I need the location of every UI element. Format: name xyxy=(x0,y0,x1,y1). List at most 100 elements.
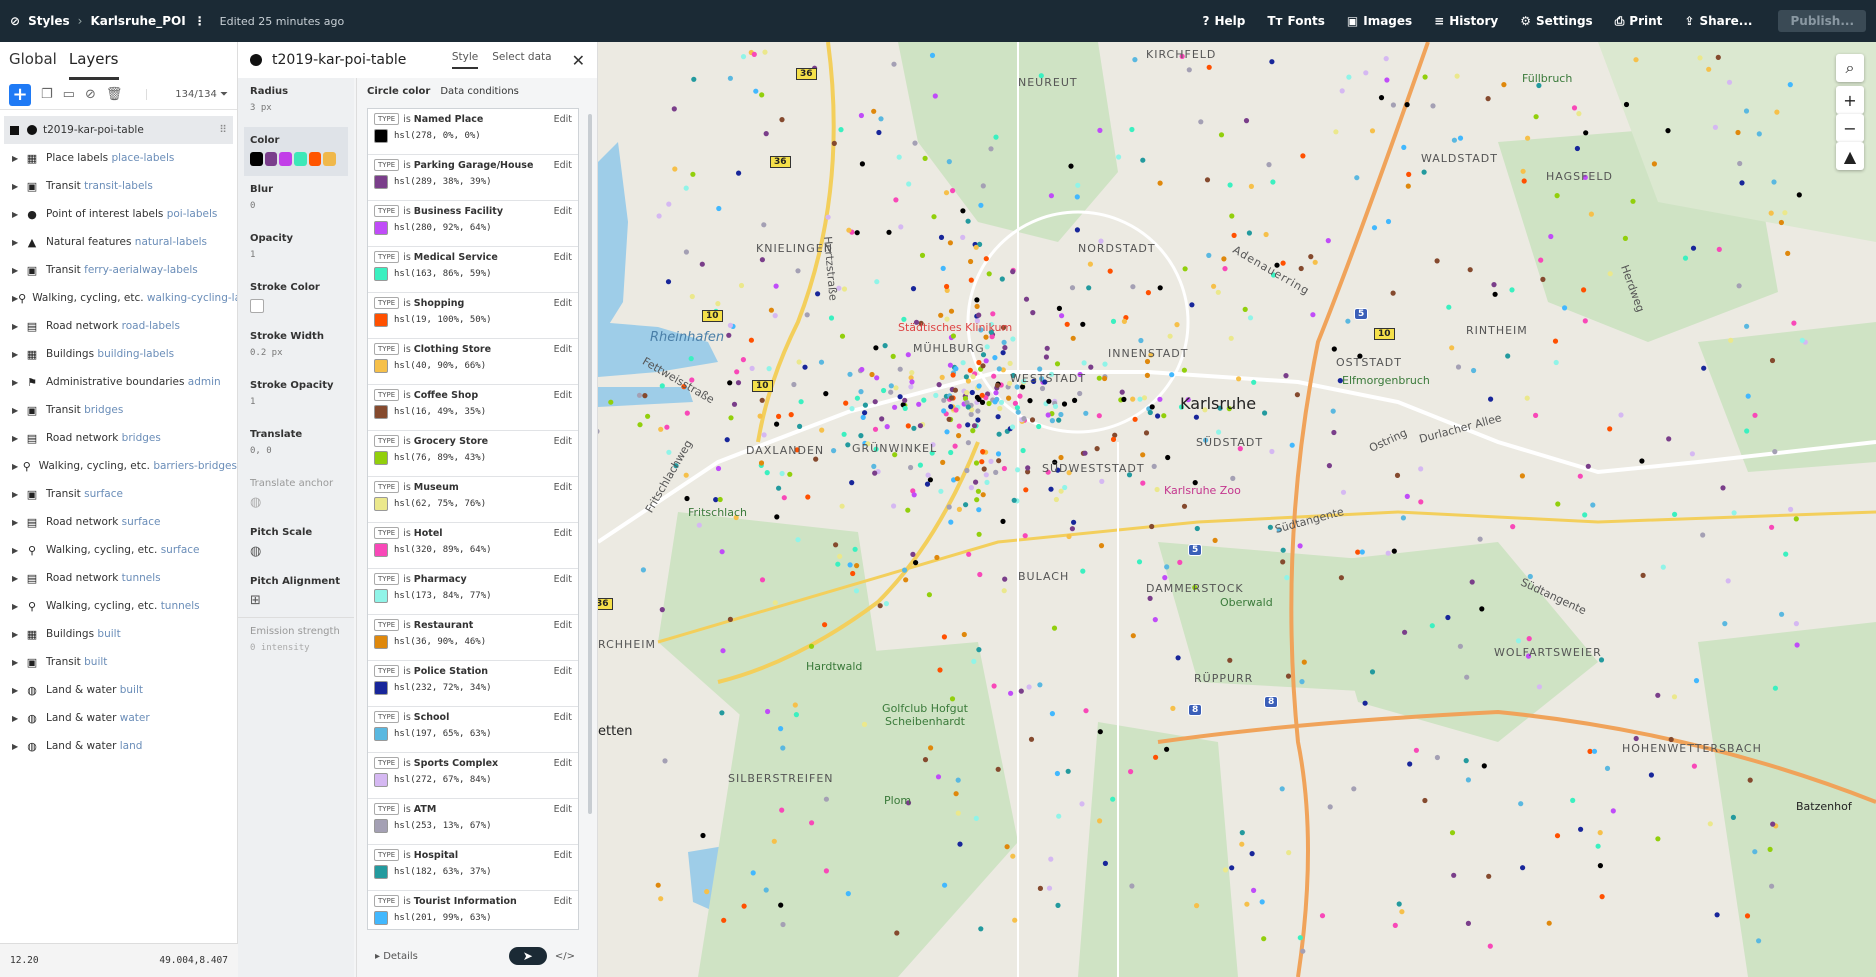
condition-row[interactable]: TYPE is Police Station Edit hsl(232, 72%, 34… xyxy=(368,661,578,707)
expand-arrow-icon[interactable]: ▶ xyxy=(12,602,24,611)
tab-style[interactable]: Style xyxy=(451,51,479,69)
close-icon[interactable]: ✕ xyxy=(572,51,585,70)
condition-color-swatch[interactable] xyxy=(374,221,388,235)
condition-row[interactable]: TYPE is Museum Edit hsl(62, 75%, 76%) xyxy=(368,477,578,523)
expand-arrow-icon[interactable]: ▶ xyxy=(12,266,24,275)
prop-stroke-width[interactable]: Stroke Width 0.2 px xyxy=(238,323,354,372)
condition-row[interactable]: TYPE is ATM Edit hsl(253, 13%, 67%) xyxy=(368,799,578,845)
share-button[interactable]: ⇪ Share... xyxy=(1684,14,1752,28)
styles-link[interactable]: Styles xyxy=(28,14,70,28)
edit-button[interactable]: Edit xyxy=(554,896,572,907)
search-icon[interactable]: ⌕ xyxy=(1836,54,1864,82)
expand-arrow-icon[interactable]: ▶ xyxy=(12,574,24,583)
layer-row[interactable]: ▶ ⚑ Administrative boundaries admin xyxy=(0,368,237,396)
code-icon[interactable]: </> xyxy=(555,951,575,962)
prop-radius[interactable]: Radius 3 px xyxy=(238,78,354,127)
layer-row[interactable]: ▶ ● Point of interest labels poi-labels xyxy=(0,200,237,228)
layer-row[interactable]: ▶ ▣ Transit bridges xyxy=(0,396,237,424)
project-name[interactable]: Karlsruhe_POI xyxy=(90,14,185,28)
condition-row[interactable]: TYPE is Named Place Edit hsl(278, 0%, 0%) xyxy=(368,109,578,155)
condition-color-swatch[interactable] xyxy=(374,359,388,373)
edit-button[interactable]: Edit xyxy=(554,344,572,355)
print-button[interactable]: ⎙ Print xyxy=(1615,14,1663,29)
edit-button[interactable]: Edit xyxy=(554,528,572,539)
fonts-button[interactable]: Tт Fonts xyxy=(1267,14,1325,28)
edit-button[interactable]: Edit xyxy=(554,114,572,125)
edit-button[interactable]: Edit xyxy=(554,160,572,171)
condition-row[interactable]: TYPE is Business Facility Edit hsl(280, 92%,… xyxy=(368,201,578,247)
layer-row[interactable]: ▶ ▤ Road network surface xyxy=(0,508,237,536)
prop-stroke-opacity[interactable]: Stroke Opacity 1 xyxy=(238,372,354,421)
condition-color-swatch[interactable] xyxy=(374,773,388,787)
help-button[interactable]: ? Help xyxy=(1203,14,1246,28)
layer-row[interactable]: ▶ ▦ Place labels place-labels xyxy=(0,144,237,172)
layer-row[interactable]: ▶ ▲ Natural features natural-labels xyxy=(0,228,237,256)
expand-arrow-icon[interactable]: ▶ xyxy=(12,686,24,695)
edit-button[interactable]: Edit xyxy=(554,666,572,677)
expand-arrow-icon[interactable]: ▶ xyxy=(12,742,24,751)
layer-row[interactable]: ▶ ▣ Transit transit-labels xyxy=(0,172,237,200)
styles-logo-icon[interactable]: ⊘ xyxy=(10,14,20,28)
layer-row[interactable]: ▶ ▦ Buildings built xyxy=(0,620,237,648)
condition-color-swatch[interactable] xyxy=(374,635,388,649)
prop-stroke-color[interactable]: Stroke Color xyxy=(238,274,354,323)
edit-button[interactable]: Edit xyxy=(554,712,572,723)
expand-arrow-icon[interactable]: ▶ xyxy=(12,378,24,387)
prop-pitch-scale[interactable]: Pitch Scale ◍ xyxy=(238,519,354,568)
expand-arrow-icon[interactable]: ▶ xyxy=(12,350,24,359)
layer-row[interactable]: ▶ ▣ Transit built xyxy=(0,648,237,676)
condition-row[interactable]: TYPE is Grocery Store Edit hsl(76, 89%, 43%) xyxy=(368,431,578,477)
expand-arrow-icon[interactable]: ▶ xyxy=(12,658,24,667)
condition-row[interactable]: TYPE is Tourist Information Edit hsl(201, 99… xyxy=(368,891,578,929)
condition-color-swatch[interactable] xyxy=(374,267,388,281)
edit-button[interactable]: Edit xyxy=(554,436,572,447)
tab-select-data[interactable]: Select data xyxy=(492,51,551,69)
expand-arrow-icon[interactable]: ▶ xyxy=(12,238,24,247)
expand-arrow-icon[interactable]: ▶ xyxy=(12,546,24,555)
drag-handle-icon[interactable]: ⠿ xyxy=(219,124,227,136)
scrollbar[interactable] xyxy=(588,114,592,814)
condition-color-swatch[interactable] xyxy=(374,819,388,833)
condition-row[interactable]: TYPE is Medical Service Edit hsl(163, 86%, 5… xyxy=(368,247,578,293)
visibility-toggle[interactable] xyxy=(10,125,19,135)
layer-row[interactable]: ▶ ⚲ Walking, cycling, etc. tunnels xyxy=(0,592,237,620)
condition-row[interactable]: TYPE is Restaurant Edit hsl(36, 90%, 46%) xyxy=(368,615,578,661)
history-button[interactable]: ≡ History xyxy=(1434,14,1498,28)
expand-arrow-icon[interactable]: ▶ xyxy=(12,322,24,331)
map-canvas[interactable]: ⌕ + − ▲ KIRCHFELD NEUREUT WALDSTADT HAGS… xyxy=(598,42,1876,977)
prop-color[interactable]: Color xyxy=(244,127,348,176)
condition-row[interactable]: TYPE is Pharmacy Edit hsl(173, 84%, 77%) xyxy=(368,569,578,615)
compass-icon[interactable]: ▲ xyxy=(1836,142,1864,170)
prop-blur[interactable]: Blur 0 xyxy=(238,176,354,225)
edit-button[interactable]: Edit xyxy=(554,850,572,861)
expand-arrow-icon[interactable]: ▶ xyxy=(12,154,24,163)
expand-arrow-icon[interactable]: ▶ xyxy=(12,406,24,415)
expand-arrow-icon[interactable]: ▶ xyxy=(12,462,21,471)
prop-emission[interactable]: Emission strength 0 intensity xyxy=(238,617,354,677)
cursor-mode-button[interactable]: ➤ xyxy=(508,947,547,965)
tab-layers[interactable]: Layers xyxy=(68,50,119,80)
condition-row[interactable]: TYPE is Coffee Shop Edit hsl(16, 49%, 35%) xyxy=(368,385,578,431)
condition-color-swatch[interactable] xyxy=(374,911,388,925)
layer-row[interactable]: ▶ ▤ Road network tunnels xyxy=(0,564,237,592)
layer-row[interactable]: ▶ ▤ Road network bridges xyxy=(0,424,237,452)
expand-arrow-icon[interactable]: ▶ xyxy=(12,490,24,499)
edit-button[interactable]: Edit xyxy=(554,390,572,401)
layer-row[interactable]: ▶ ⚲ Walking, cycling, etc. walking-cycling… xyxy=(0,284,237,312)
prop-translate[interactable]: Translate 0, 0 xyxy=(238,421,354,470)
condition-color-swatch[interactable] xyxy=(374,865,388,879)
condition-color-swatch[interactable] xyxy=(374,313,388,327)
condition-color-swatch[interactable] xyxy=(374,451,388,465)
edit-button[interactable]: Edit xyxy=(554,620,572,631)
edit-button[interactable]: Edit xyxy=(554,298,572,309)
condition-color-swatch[interactable] xyxy=(374,727,388,741)
layer-row[interactable]: ▶ ◍ Land & water built xyxy=(0,676,237,704)
duplicate-icon[interactable]: ❐ xyxy=(41,87,53,102)
publish-button[interactable]: Publish... xyxy=(1778,10,1866,32)
condition-color-swatch[interactable] xyxy=(374,497,388,511)
folder-icon[interactable]: ▭ xyxy=(63,87,75,102)
condition-color-swatch[interactable] xyxy=(374,129,388,143)
add-layer-button[interactable]: + xyxy=(9,83,31,106)
prop-opacity[interactable]: Opacity 1 xyxy=(238,225,354,274)
prop-pitch-alignment[interactable]: Pitch Alignment ⊞ xyxy=(238,568,354,617)
